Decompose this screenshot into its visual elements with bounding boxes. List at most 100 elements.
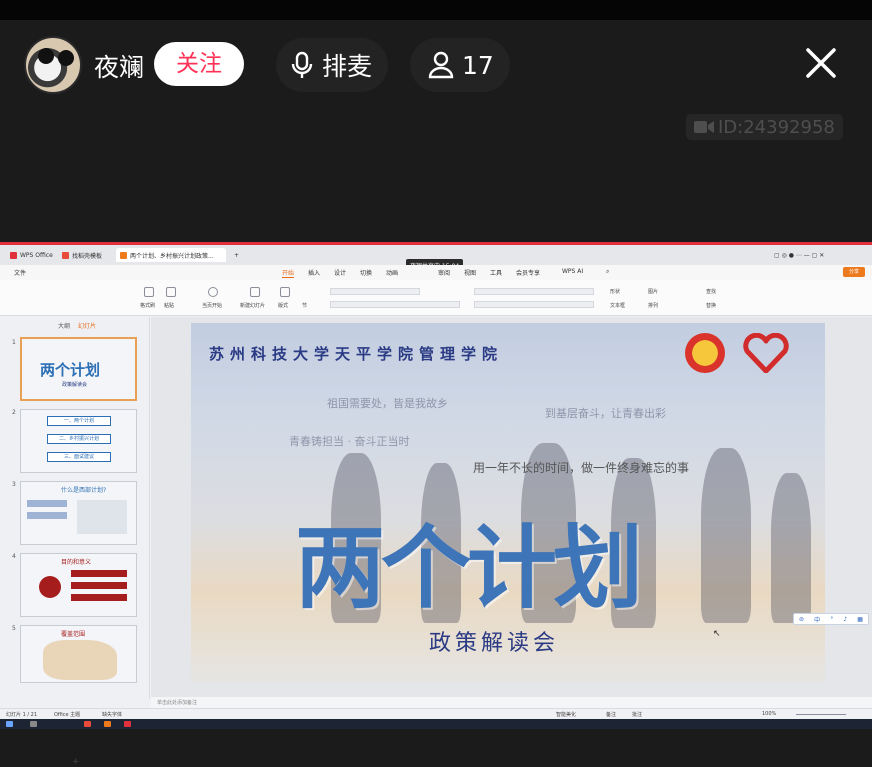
slide-faint-slogan: 祖国需要处，皆是我故乡 [327, 397, 448, 410]
ribbon-replace[interactable]: 替换 [706, 302, 716, 309]
tab-slides[interactable]: 幻灯片 [78, 323, 96, 330]
slide-thumb-2[interactable]: 一、两个计划 二、乡村振兴计划 三、面试建议 [20, 409, 137, 473]
menu-home[interactable]: 开始 [282, 268, 295, 278]
shared-screen: WPS Office 找稻壳模板 两个计划、乡村振兴计划政策... + ▢ ◎ … [0, 242, 872, 767]
slide-thumb-1[interactable]: 两个计划 政策解读会 [20, 337, 137, 401]
slide-thumb-3[interactable]: 什么是西部计划? [20, 481, 137, 545]
tab-outline[interactable]: 大纲 [58, 323, 70, 330]
slide-title: 两个计划 [295, 515, 643, 621]
wps-taskbar-icon[interactable] [124, 721, 131, 727]
ribbon-label: 版式 [278, 303, 289, 309]
new-slide-icon[interactable] [250, 287, 260, 297]
play-icon[interactable] [208, 287, 218, 297]
thumb-subtitle: 政策解读会 [62, 382, 88, 388]
side-tabs: 大纲 幻灯片 [58, 321, 96, 330]
close-icon[interactable] [802, 44, 840, 82]
menu-animation[interactable]: 动画 [386, 268, 398, 277]
ribbon-arrange[interactable]: 排列 [648, 302, 658, 309]
punctuation-icon[interactable]: ° [830, 616, 833, 623]
menu-bar: 文件 开始 插入 设计 切换 动画 审阅 视图 工具 会员专享 WPS AI ⌕ [0, 265, 872, 280]
menu-member[interactable]: 会员专享 [516, 268, 540, 277]
room-id-watermark: ID:24392958 [686, 114, 843, 140]
person-icon [428, 51, 454, 79]
slide-faint-slogan: 到基层奋斗，让青春出彩 [545, 407, 666, 420]
zoom-slider[interactable] [796, 714, 846, 715]
host-avatar[interactable] [24, 36, 82, 94]
menu-transition[interactable]: 切换 [360, 268, 372, 277]
status-bar-app: 幻灯片 1 / 21 Office 主题 缺失字体 智能美化 备注 批注 100… [0, 708, 872, 719]
start-icon[interactable] [6, 721, 13, 727]
tab-wps-office[interactable]: WPS Office [6, 248, 57, 262]
slide-thumb-4[interactable]: 目的和意义 [20, 553, 137, 617]
notes-toggle[interactable]: 备注 [606, 711, 616, 718]
menu-insert[interactable]: 插入 [308, 268, 320, 277]
microphone-icon [291, 51, 313, 78]
font-style-controls[interactable] [330, 301, 460, 308]
floating-input-toolbar[interactable]: ⊜ 中 ° ♪ ▦ [793, 613, 869, 625]
ime-icon[interactable]: ⊜ [799, 616, 804, 623]
zoom-level[interactable]: 100% [762, 711, 776, 717]
alignment-controls[interactable] [474, 301, 594, 308]
audience-button[interactable]: 17 [410, 38, 510, 92]
follow-button[interactable]: 关注 [154, 42, 244, 86]
ribbon-textbox[interactable]: 文本框 [610, 302, 625, 309]
slide-faint-slogan: 青春铸担当 · 奋斗正当时 [289, 435, 410, 448]
tab-presentation[interactable]: 两个计划、乡村振兴计划政策... [116, 248, 226, 262]
slide-tagline: 用一年不长的时间，做一件终身难忘的事 [473, 461, 690, 475]
tab-label: WPS Office [20, 251, 53, 259]
mic-queue-button[interactable]: 排麦 [276, 38, 388, 92]
tab-label: 找稻壳模板 [72, 252, 103, 260]
thumb-title: 两个计划 [40, 361, 101, 379]
volunteer-heart-icon [743, 333, 789, 373]
ribbon-label: 格式刷 [140, 303, 156, 309]
missing-font[interactable]: 缺失字体 [102, 711, 122, 718]
paste-icon[interactable] [166, 287, 176, 297]
new-tab-button[interactable]: + [230, 248, 243, 262]
thumb-heading: 什么是西部计划? [61, 487, 107, 494]
search-icon[interactable] [30, 721, 37, 727]
chinese-mode-icon[interactable]: 中 [814, 615, 820, 624]
ribbon-label: 当页开始 [202, 303, 223, 309]
slide-workspace: 苏州科技大学天平学院管理学院 祖国需要处，皆是我故乡 到基层奋斗，让青春出彩 青… [151, 317, 872, 699]
add-slide-button[interactable]: + [72, 757, 80, 767]
mic-queue-label: 排麦 [322, 52, 373, 81]
layout-icon[interactable] [280, 287, 290, 297]
ribbon-shape[interactable]: 形状 [610, 288, 620, 295]
menu-design[interactable]: 设计 [334, 268, 346, 277]
slide-subtitle: 政策解读会 [429, 631, 560, 656]
font-family-select[interactable] [330, 288, 420, 295]
host-name[interactable]: 夜斓 [94, 48, 144, 84]
thumb-number: 1 [12, 339, 16, 346]
voice-icon[interactable]: ♪ [843, 616, 847, 623]
thumb-heading: 覆盖范围 [61, 631, 86, 638]
ribbon-picture[interactable]: 图片 [648, 288, 658, 295]
share-button[interactable]: 分享 [843, 267, 865, 277]
paragraph-controls[interactable] [474, 288, 594, 295]
app-icon[interactable] [104, 721, 111, 727]
ribbon-find[interactable]: 查找 [706, 288, 716, 295]
smart-beautify[interactable]: 智能美化 [556, 711, 576, 718]
menu-file[interactable]: 文件 [14, 268, 26, 277]
theme-name: Office 主题 [54, 712, 81, 718]
ribbon-label: 粘贴 [164, 303, 175, 309]
search-icon[interactable]: ⌕ [606, 268, 609, 276]
league-emblem-icon [685, 333, 725, 373]
keyboard-icon[interactable]: ▦ [857, 616, 863, 623]
menu-tools[interactable]: 工具 [490, 268, 502, 277]
thumb-number: 3 [12, 481, 16, 488]
ribbon-toolbar: 格式刷 粘贴 当页开始 新建幻灯片 版式 节 形状 文本框 排列 图片 查找 替… [0, 280, 872, 316]
current-slide: 苏州科技大学天平学院管理学院 祖国需要处，皆是我故乡 到基层奋斗，让青春出彩 青… [191, 323, 825, 682]
comments-toggle[interactable]: 批注 [632, 711, 642, 718]
menu-wps-ai[interactable]: WPS AI [562, 268, 583, 275]
menu-view[interactable]: 视图 [464, 268, 476, 277]
room-id-text: ID:24392958 [718, 116, 835, 138]
format-painter-icon[interactable] [144, 287, 154, 297]
slide-thumb-5[interactable]: 覆盖范围 [20, 625, 137, 683]
menu-review[interactable]: 审阅 [438, 268, 450, 277]
video-camera-icon [694, 121, 714, 133]
app-icon[interactable] [84, 721, 91, 727]
window-controls[interactable]: ▢ ◎ ● ⋯ — ▢ ✕ [770, 248, 828, 262]
audience-count: 17 [462, 50, 494, 80]
tab-template[interactable]: 找稻壳模板 [58, 248, 106, 262]
china-map-thumbnail [43, 640, 117, 680]
